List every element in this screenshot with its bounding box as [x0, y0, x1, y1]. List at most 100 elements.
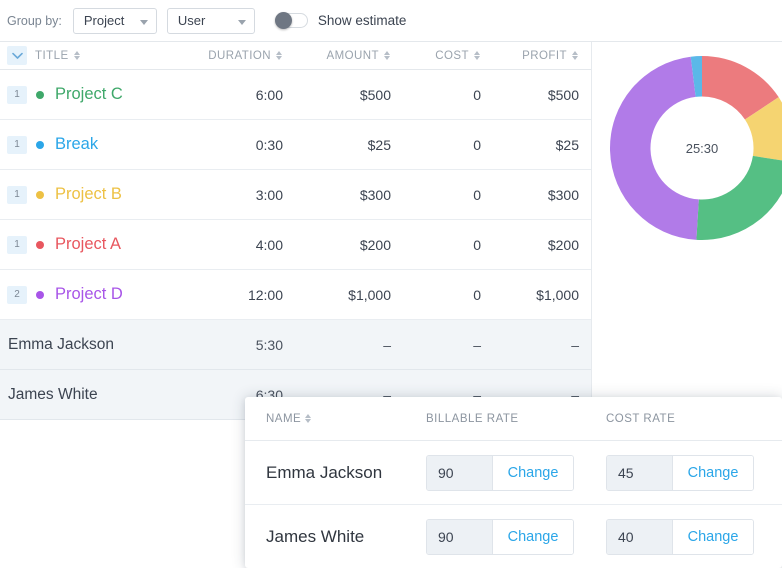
sort-icon [73, 50, 81, 61]
collapse-all-button[interactable] [7, 46, 27, 65]
table-body: 1 Project C 6:00 $500 0 $500 1 Break 0:30 $25 0 $25… [0, 70, 591, 420]
cell-cost: 0 [473, 86, 481, 103]
table-row[interactable]: 1 Break 0:30 $25 0 $25 [0, 120, 591, 170]
table-row[interactable]: 1 Project C 6:00 $500 0 $500 [0, 70, 591, 120]
billable-rate-input[interactable]: 90 [427, 455, 493, 490]
cell-amount: – [383, 336, 391, 353]
column-header-cost[interactable]: COST [391, 50, 481, 62]
cell-profit: $300 [547, 186, 579, 203]
project-color-dot [36, 290, 44, 299]
group-by-primary-select[interactable]: Project [72, 7, 157, 34]
rates-user-name: Emma Jackson [266, 462, 383, 482]
show-estimate-label: Show estimate [317, 13, 407, 28]
column-header-duration[interactable]: DURATION [171, 50, 283, 62]
entry-count-badge: 1 [7, 135, 27, 154]
toggle-knob [274, 12, 292, 29]
group-by-primary-value: Project [83, 13, 125, 28]
cell-amount: $500 [359, 86, 391, 103]
row-title-cell: Break [36, 135, 171, 154]
rates-column-header-cost-rate: COST RATE [606, 413, 675, 425]
sort-icon [474, 50, 481, 61]
toolbar: Group by: Project User Show estimate [0, 0, 782, 42]
entry-count-badge: 2 [7, 285, 27, 304]
project-name-link[interactable]: Project D [55, 285, 123, 304]
chevron-down-icon [139, 19, 148, 25]
cell-duration: 6:00 [255, 86, 283, 103]
billable-rate-change-button[interactable]: Change [493, 455, 573, 490]
row-title-cell: Project D [36, 285, 171, 304]
show-estimate-toggle[interactable] [274, 12, 308, 29]
donut-segment-project-c[interactable] [696, 155, 782, 240]
billable-rate-change-button[interactable]: Change [493, 519, 573, 554]
cell-profit: $1,000 [536, 286, 579, 303]
project-name-link[interactable]: Project C [55, 85, 123, 104]
donut-segment-project-d[interactable] [610, 56, 699, 240]
table-row[interactable]: 1 Project B 3:00 $300 0 $300 [0, 170, 591, 220]
project-color-dot [36, 190, 44, 199]
column-header-title[interactable]: TITLE [35, 50, 171, 62]
sort-icon [572, 50, 579, 61]
column-header-profit[interactable]: PROFIT [481, 50, 591, 62]
project-name-link[interactable]: Project B [55, 185, 122, 204]
rates-panel-header: NAME BILLABLE RATE COST RATE [245, 397, 782, 441]
cost-rate-change-button[interactable]: Change [673, 455, 753, 490]
cost-rate-group: 40 Change [606, 518, 754, 555]
cell-amount: $200 [359, 236, 391, 253]
table-row[interactable]: 2 Project D 12:00 $1,000 0 $1,000 [0, 270, 591, 320]
project-name-link[interactable]: Project A [55, 235, 121, 254]
cell-duration: 4:00 [255, 236, 283, 253]
cell-duration: 0:30 [255, 136, 283, 153]
user-name: James White [8, 385, 98, 403]
cell-amount: $300 [359, 186, 391, 203]
row-title-cell: Project A [36, 235, 171, 254]
cell-duration: 3:00 [255, 186, 283, 203]
row-title-cell: Project B [36, 185, 171, 204]
chevron-down-icon [237, 19, 246, 25]
rates-row: James White 90 Change 40 Change [245, 505, 782, 568]
cost-rate-input[interactable]: 40 [607, 519, 673, 554]
rates-row: Emma Jackson 90 Change 45 Change [245, 441, 782, 505]
billable-rate-group: 90 Change [426, 454, 574, 491]
cost-rate-input[interactable]: 45 [607, 455, 673, 490]
project-color-dot [36, 90, 44, 99]
project-color-dot [36, 240, 44, 249]
rates-column-header-name[interactable]: NAME [266, 413, 426, 425]
table-summary-row[interactable]: Emma Jackson 5:30 – – – [0, 320, 591, 370]
table-header-row: TITLE DURATION AMOUNT COST PROFIT [0, 42, 591, 70]
row-title-cell: Project C [36, 85, 171, 104]
cell-amount: $25 [367, 136, 391, 153]
app-root: Group by: Project User Show estimate TIT… [0, 0, 782, 568]
group-by-secondary-select[interactable]: User [166, 7, 255, 34]
rates-user-name: James White [266, 526, 365, 546]
column-header-profit-label: PROFIT [522, 49, 567, 62]
cell-cost: 0 [473, 286, 481, 303]
cell-cost: 0 [473, 186, 481, 203]
entry-count-badge: 1 [7, 85, 27, 104]
table-row[interactable]: 1 Project A 4:00 $200 0 $200 [0, 220, 591, 270]
summary-name-cell: James White [7, 386, 171, 404]
column-header-amount-label: AMOUNT [326, 49, 379, 62]
cell-duration: 12:00 [247, 286, 283, 303]
project-name-link[interactable]: Break [55, 135, 98, 154]
rates-column-header-name-label: NAME [266, 412, 302, 425]
group-by-label: Group by: [7, 13, 62, 28]
sort-icon [384, 50, 391, 61]
billable-rate-input[interactable]: 90 [427, 519, 493, 554]
user-name: Emma Jackson [8, 335, 114, 353]
entry-count-badge: 1 [7, 235, 27, 254]
cell-amount: $1,000 [348, 286, 391, 303]
donut-svg [610, 56, 782, 240]
group-by-secondary-value: User [177, 13, 206, 28]
cell-profit: – [571, 336, 579, 353]
cell-duration: 5:30 [255, 336, 283, 353]
cell-cost: 0 [473, 236, 481, 253]
sort-icon [305, 413, 312, 424]
duration-donut-chart: 25:30 [609, 55, 782, 241]
rates-column-header-cost-rate-label: COST RATE [606, 412, 676, 425]
column-header-amount[interactable]: AMOUNT [283, 50, 391, 62]
rates-column-header-billable-rate-label: BILLABLE RATE [426, 412, 519, 425]
rates-panel-body: Emma Jackson 90 Change 45 Change James White 9… [245, 441, 782, 568]
cell-profit: $500 [547, 86, 579, 103]
sort-icon [276, 50, 283, 61]
cost-rate-change-button[interactable]: Change [673, 519, 753, 554]
